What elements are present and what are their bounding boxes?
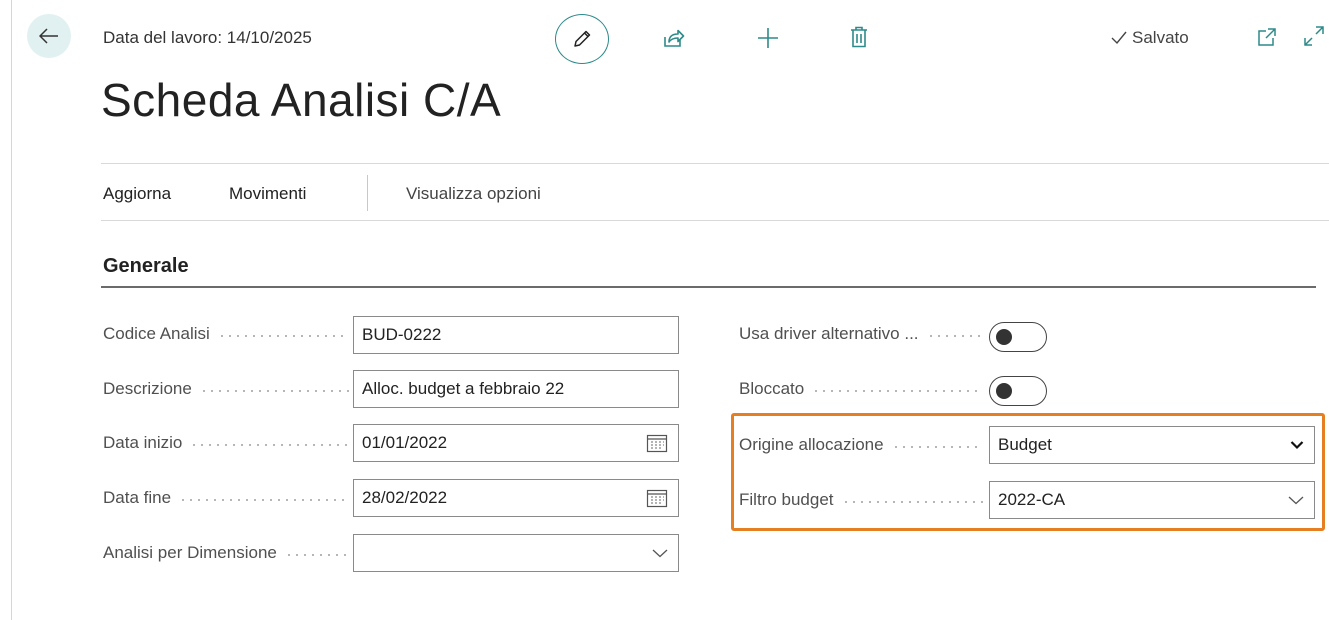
section-title[interactable]: Generale <box>103 255 189 278</box>
calendar-button[interactable] <box>646 480 668 516</box>
code-label: Codice Analisi <box>103 324 353 344</box>
trash-icon <box>851 26 867 48</box>
action-divider <box>101 220 1329 221</box>
title-divider <box>101 163 1329 164</box>
expand-button[interactable] <box>1302 24 1326 48</box>
end-date-field[interactable]: 28/02/2022 <box>353 479 679 517</box>
calendar-icon <box>646 434 668 453</box>
new-button[interactable] <box>754 24 782 52</box>
start-date-label: Data inizio <box>103 433 353 453</box>
left-border <box>11 0 12 620</box>
blocked-label: Bloccato <box>739 379 987 399</box>
alt-driver-label: Usa driver alternativo ... <box>739 324 987 344</box>
open-new-window-button[interactable] <box>1256 26 1278 48</box>
saved-label: Salvato <box>1132 28 1189 47</box>
start-date-field[interactable]: 01/01/2022 <box>353 424 679 462</box>
checkmark-icon <box>1111 31 1127 45</box>
plus-icon <box>758 28 778 48</box>
blocked-toggle[interactable] <box>989 376 1047 406</box>
work-date: Data del lavoro: 14/10/2025 <box>103 28 312 47</box>
calendar-button[interactable] <box>646 425 668 461</box>
edit-button[interactable] <box>555 14 609 64</box>
share-button[interactable] <box>661 26 687 50</box>
calendar-icon <box>646 489 668 508</box>
highlight-box <box>731 413 1325 531</box>
code-field[interactable]: BUD-0222 <box>353 316 679 354</box>
dimension-select[interactable] <box>353 534 679 572</box>
pencil-icon <box>574 30 591 47</box>
refresh-action[interactable]: Aggiorna <box>103 184 171 204</box>
open-new-window-icon <box>1258 28 1276 46</box>
alt-driver-toggle[interactable] <box>989 322 1047 352</box>
description-label: Descrizione <box>103 379 353 399</box>
end-date-label: Data fine <box>103 488 353 508</box>
expand-icon <box>1304 26 1324 46</box>
back-arrow-icon <box>39 28 58 44</box>
delete-button[interactable] <box>847 24 871 50</box>
section-divider <box>101 286 1316 288</box>
back-button[interactable] <box>27 14 71 58</box>
page-title: Scheda Analisi C/A <box>101 74 502 126</box>
saved-status: Salvato <box>1110 28 1189 48</box>
share-icon <box>664 29 685 47</box>
description-field[interactable]: Alloc. budget a febbraio 22 <box>353 370 679 408</box>
action-separator <box>367 175 368 211</box>
view-options-action[interactable]: Visualizza opzioni <box>406 184 541 204</box>
entries-action[interactable]: Movimenti <box>229 184 306 204</box>
chevron-down-icon <box>652 549 668 558</box>
dimension-label: Analisi per Dimensione <box>103 543 353 563</box>
